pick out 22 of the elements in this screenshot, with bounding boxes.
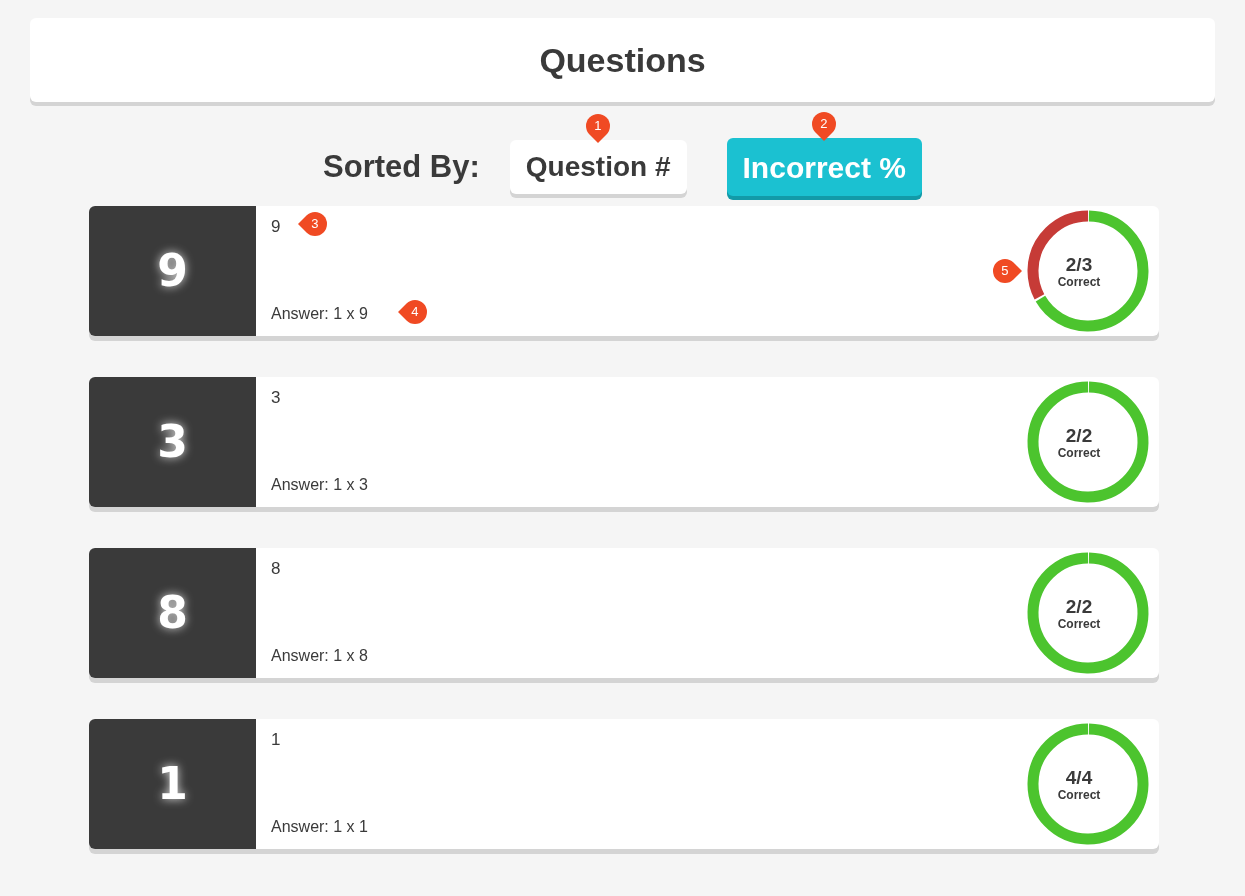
- score-text: 4/4: [1065, 767, 1093, 787]
- score-text: 2/2: [1065, 596, 1093, 616]
- question-number: 3: [89, 377, 256, 507]
- score-label: Correct: [1057, 446, 1101, 459]
- question-text: 3: [271, 387, 281, 409]
- answer-text: Answer: 1 x 1: [271, 817, 368, 837]
- score-label: Correct: [1057, 617, 1101, 630]
- sort-label: Sorted By:: [323, 147, 480, 186]
- question-text: 1: [271, 729, 281, 751]
- question-number: 9: [89, 206, 256, 336]
- answer-text: Answer: 1 x 9: [271, 304, 368, 324]
- page-title: Questions: [539, 39, 706, 81]
- answer-text: Answer: 1 x 3: [271, 475, 368, 495]
- question-text: 9: [271, 216, 281, 238]
- score-label: Correct: [1057, 275, 1101, 288]
- score-text: 2/2: [1065, 425, 1093, 445]
- answer-text: Answer: 1 x 8: [271, 646, 368, 666]
- score-label: Correct: [1057, 788, 1101, 801]
- score-text: 2/3: [1065, 254, 1093, 274]
- question-number: 1: [89, 719, 256, 849]
- question-number: 8: [89, 548, 256, 678]
- question-text: 8: [271, 558, 281, 580]
